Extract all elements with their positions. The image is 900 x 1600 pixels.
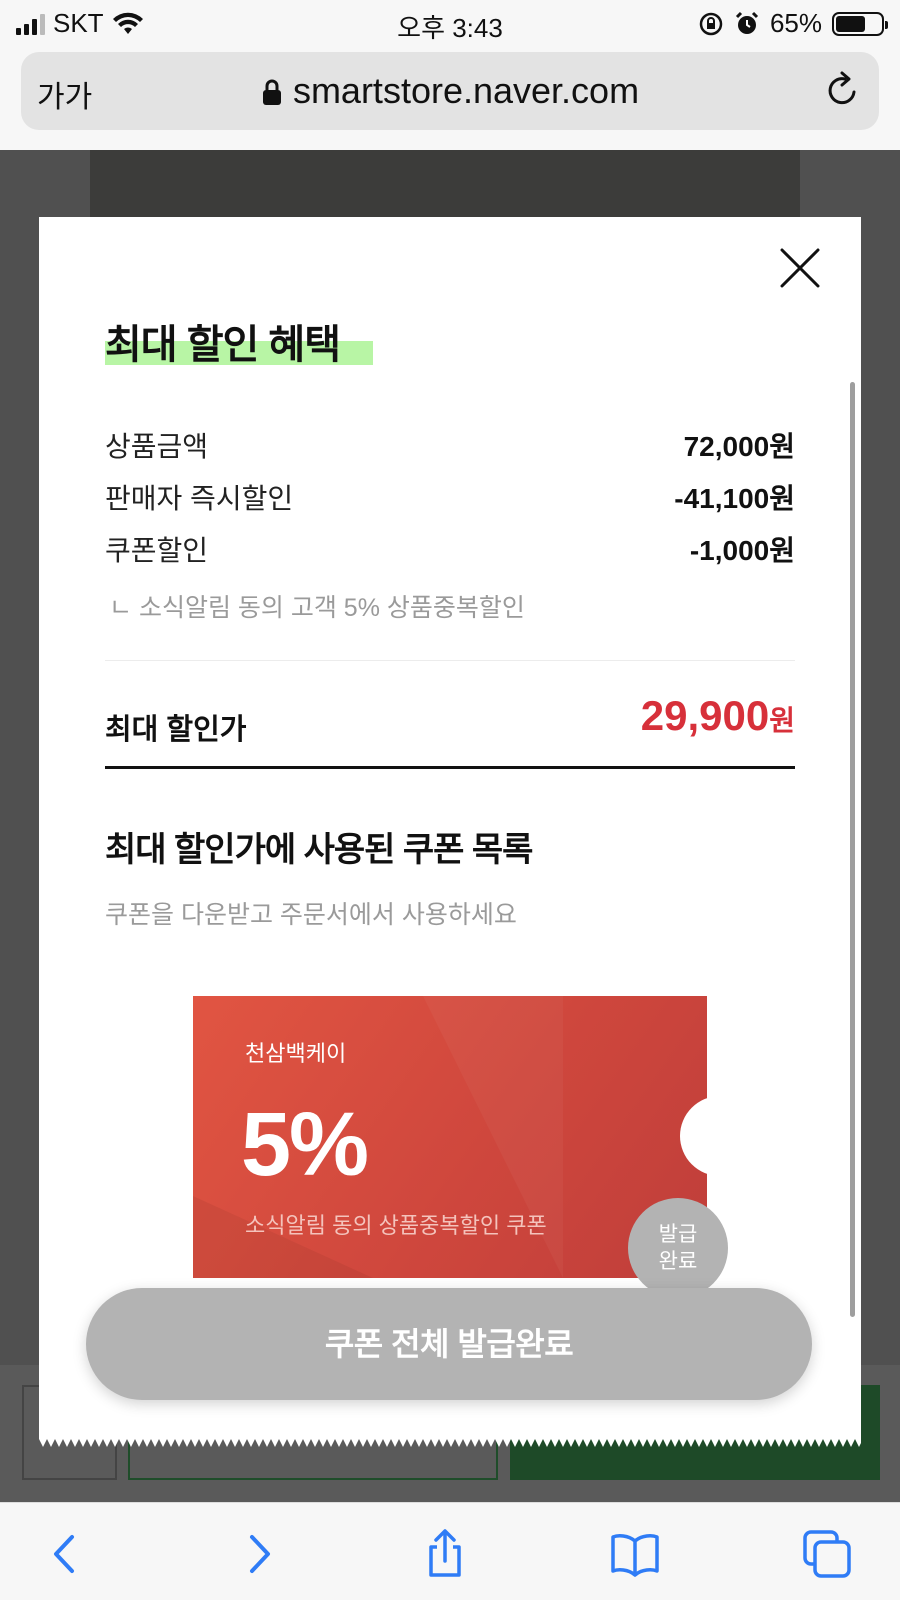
close-icon[interactable] xyxy=(779,247,821,289)
share-icon[interactable] xyxy=(420,1529,470,1579)
back-icon[interactable] xyxy=(40,1529,90,1579)
modal-zigzag-edge xyxy=(39,1439,861,1447)
url-text: smartstore.naver.com xyxy=(292,70,640,111)
battery-percent: 65% xyxy=(769,8,822,38)
price-row-coupon-discount: 쿠폰할인 -1,000원 xyxy=(105,529,795,569)
orientation-lock-icon xyxy=(699,12,723,35)
coupon-sub-note: ㄴ 소식알림 동의 고객 5% 상품중복할인 xyxy=(109,594,525,622)
max-discount-modal: 최대 할인 혜택 상품금액 72,000원 판매자 즉시할인 -41,100원 … xyxy=(39,217,861,1439)
final-price-row: 최대 할인가 29,900원 xyxy=(105,692,795,752)
modal-title: 최대 할인 혜택 xyxy=(105,323,341,367)
battery-fill xyxy=(836,15,865,32)
bookmarks-icon[interactable] xyxy=(610,1529,660,1579)
coupon-store-name: 천삼백케이 xyxy=(245,1041,347,1066)
browser-toolbar xyxy=(0,1502,900,1600)
product-image xyxy=(90,150,800,220)
row-label: 상품금액 xyxy=(105,431,209,462)
tabs-icon[interactable] xyxy=(802,1529,852,1579)
url-field[interactable]: smartstore.naver.com xyxy=(21,70,879,112)
badge-line: 발급 xyxy=(658,1223,698,1246)
battery-icon xyxy=(832,11,888,36)
status-bar: SKT 오후 3:43 65% xyxy=(0,0,900,46)
coupon-notch xyxy=(680,1096,760,1176)
badge-line: 완료 xyxy=(658,1250,698,1273)
row-label: 쿠폰할인 xyxy=(105,535,209,566)
status-right: 65% xyxy=(698,8,888,39)
address-bar[interactable]: 가가 smartstore.naver.com xyxy=(21,52,879,130)
final-price-label: 최대 할인가 xyxy=(105,714,247,746)
coupon-rate: 5% xyxy=(241,1095,369,1195)
alarm-icon xyxy=(735,11,759,34)
price-row-seller-discount: 판매자 즉시할인 -41,100원 xyxy=(105,477,795,517)
final-price-unit: 원 xyxy=(769,705,795,736)
coupon-description: 소식알림 동의 상품중복할인 쿠폰 xyxy=(245,1213,547,1238)
final-price-amount: 29,900 xyxy=(640,692,770,739)
divider-strong xyxy=(105,766,795,769)
reload-icon[interactable] xyxy=(823,70,861,110)
row-value: 72,000원 xyxy=(683,431,795,462)
final-price-value: 29,900원 xyxy=(641,692,795,740)
row-value: -1,000원 xyxy=(689,535,795,566)
scrollbar[interactable] xyxy=(850,382,855,1317)
lock-icon xyxy=(262,79,281,105)
coupon-list-title: 최대 할인가에 사용된 쿠폰 목록 xyxy=(105,831,533,869)
divider xyxy=(105,660,795,661)
coupon-list-subtitle: 쿠폰을 다운받고 주문서에서 사용하세요 xyxy=(105,901,517,929)
forward-icon[interactable] xyxy=(234,1529,284,1579)
row-label: 판매자 즉시할인 xyxy=(105,483,294,514)
price-row-product: 상품금액 72,000원 xyxy=(105,425,795,465)
issue-all-coupons-button[interactable]: 쿠폰 전체 발급완료 xyxy=(86,1288,812,1400)
coupon-issued-badge: 발급 완료 xyxy=(628,1198,728,1298)
row-value: -41,100원 xyxy=(674,483,795,514)
